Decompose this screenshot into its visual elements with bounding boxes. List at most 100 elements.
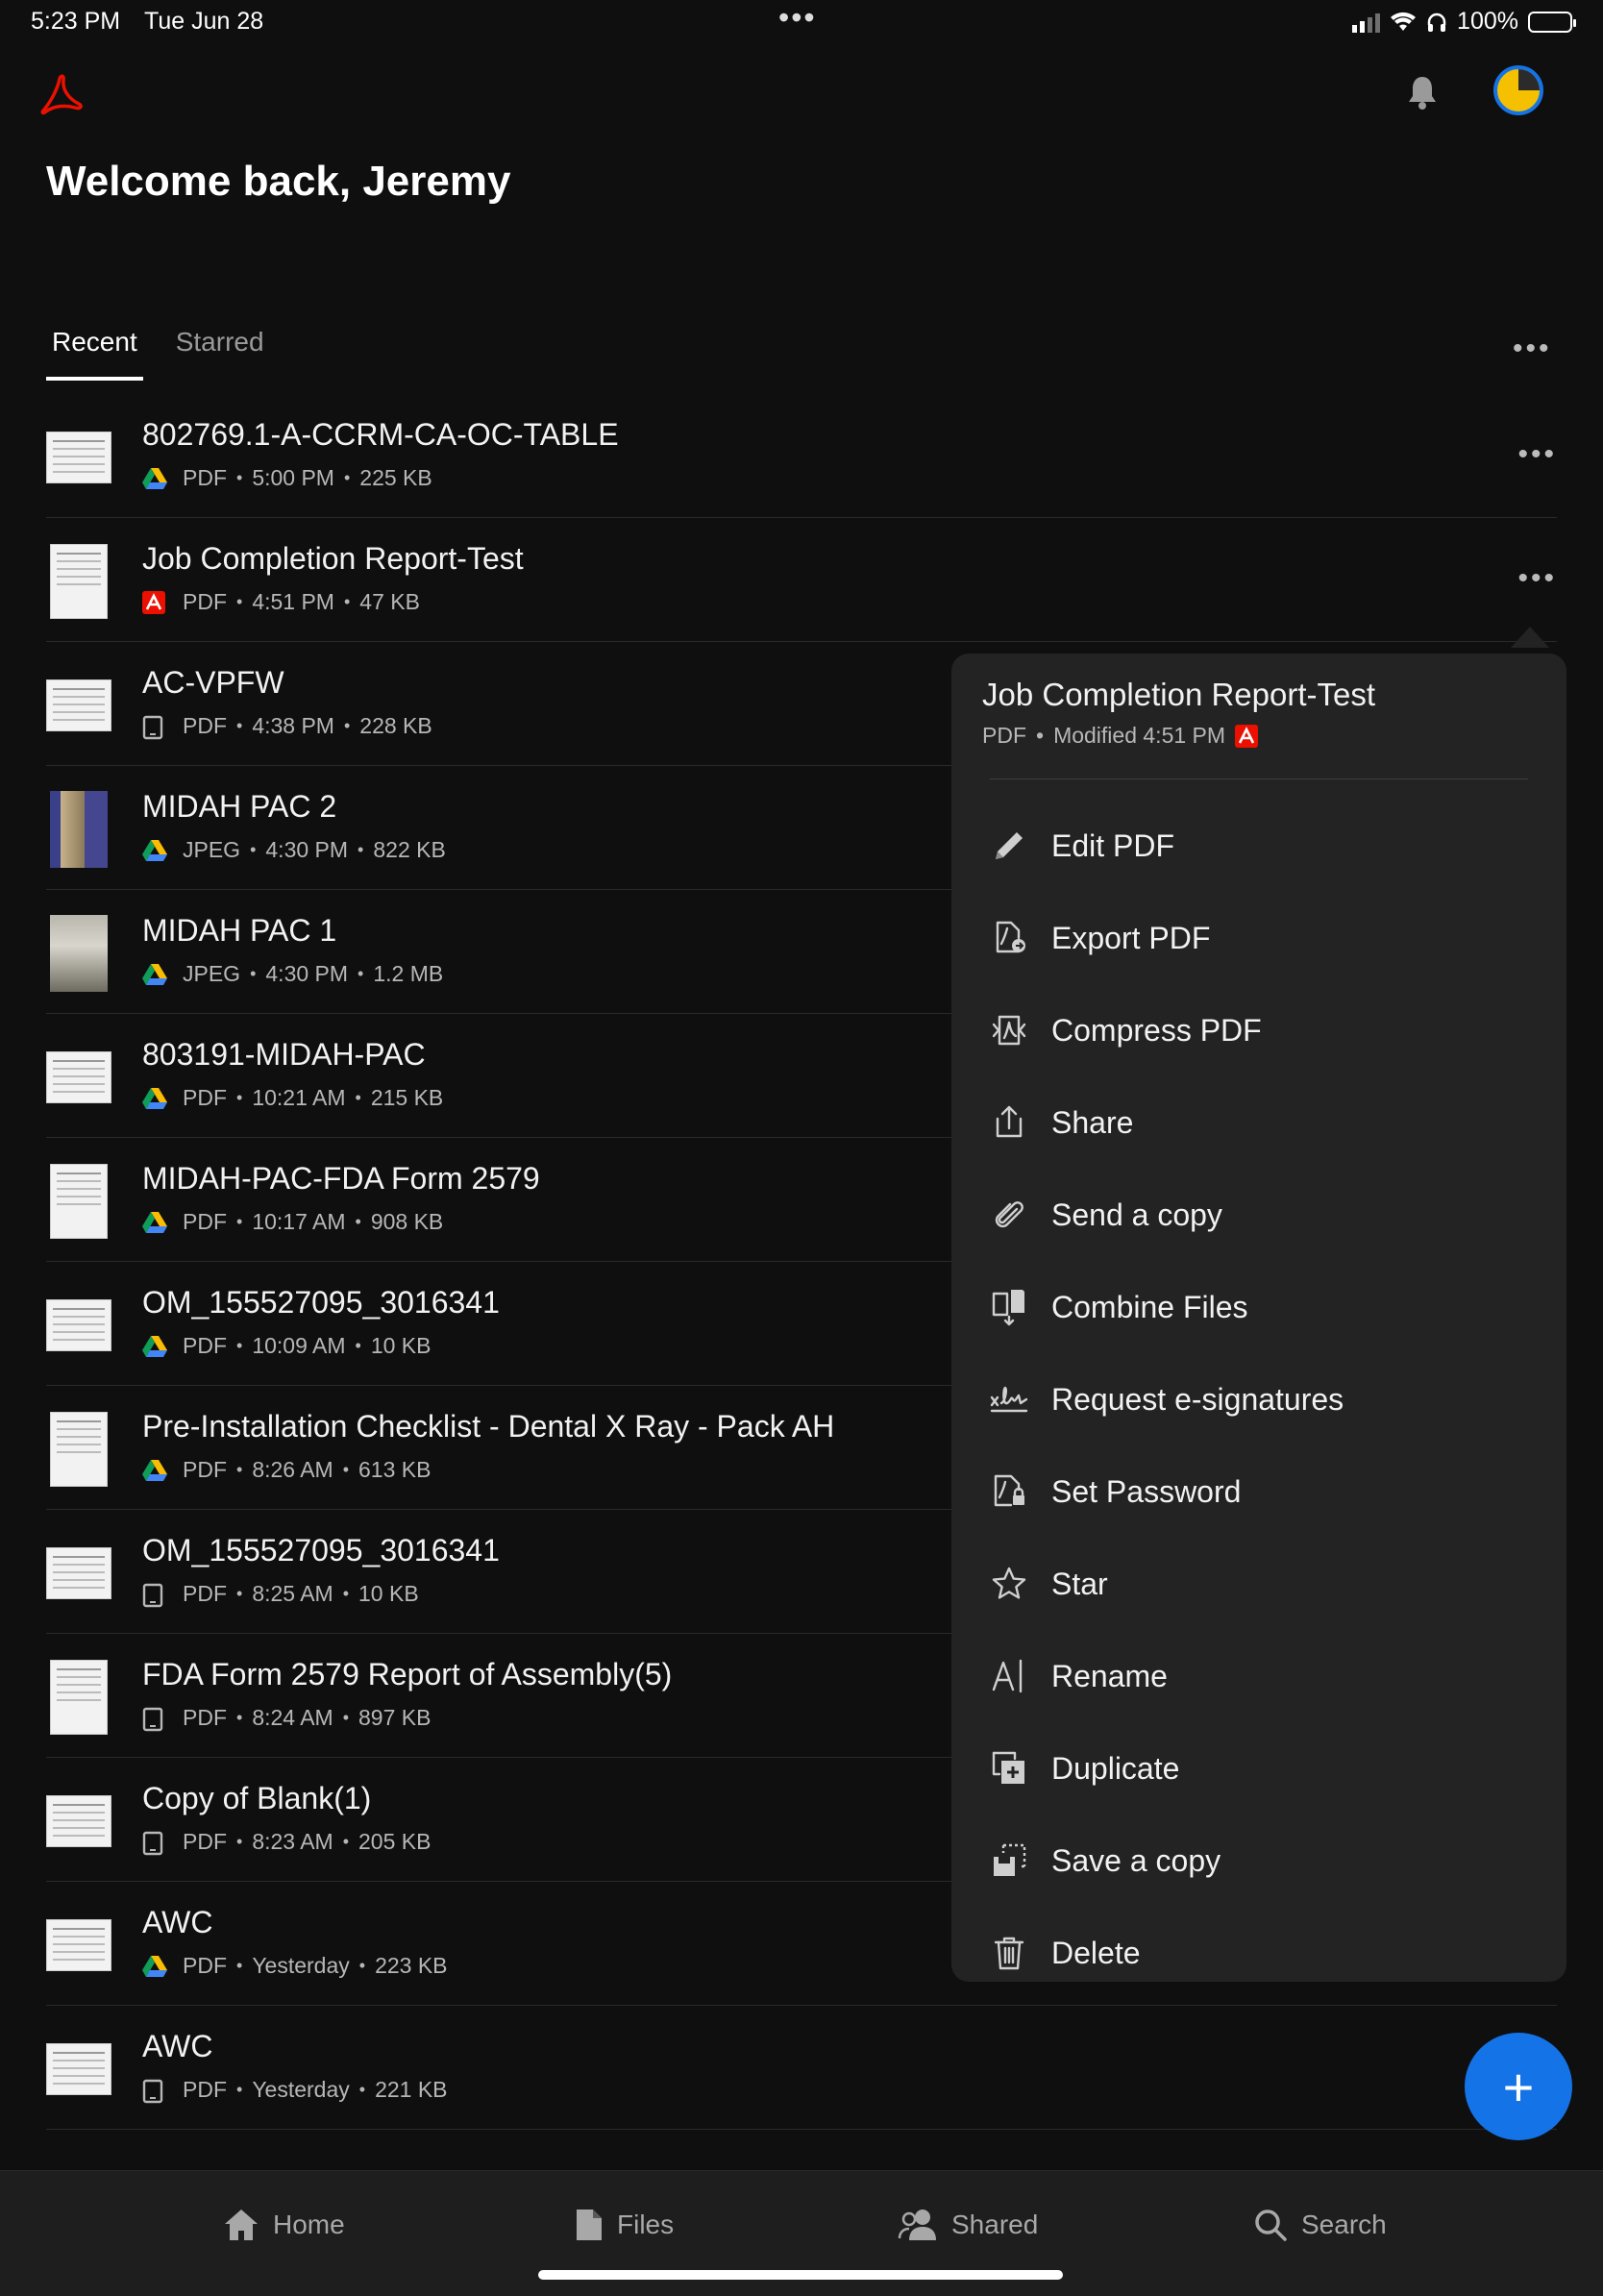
combine-files-icon bbox=[990, 1288, 1028, 1326]
multitasking-dots[interactable]: ••• bbox=[778, 0, 817, 36]
menu-item-label: Request e-signatures bbox=[1051, 1381, 1344, 1417]
file-type: PDF bbox=[183, 1457, 227, 1482]
file-thumbnail bbox=[46, 669, 113, 742]
menu-item-compress-pdf[interactable]: Compress PDF bbox=[990, 984, 1528, 1076]
paperclip-icon bbox=[990, 1196, 1028, 1234]
nav-home[interactable]: Home bbox=[223, 2208, 345, 2242]
menu-item-rename[interactable]: Rename bbox=[990, 1630, 1528, 1722]
file-name: MIDAH PAC 2 bbox=[142, 789, 337, 824]
file-time: 8:25 AM bbox=[252, 1581, 333, 1606]
file-thumbnail bbox=[46, 791, 113, 868]
file-name: Job Completion Report-Test bbox=[142, 541, 524, 576]
menu-item-send-a-copy[interactable]: Send a copy bbox=[990, 1169, 1528, 1261]
file-type: PDF bbox=[183, 2077, 227, 2102]
acrobat-icon bbox=[1235, 724, 1259, 748]
file-name: AC-VPFW bbox=[142, 665, 284, 700]
file-type: PDF bbox=[183, 1953, 227, 1978]
file-type: PDF bbox=[183, 1333, 227, 1358]
notifications-bell-icon[interactable] bbox=[1403, 73, 1442, 111]
create-fab-button[interactable]: + bbox=[1465, 2033, 1572, 2140]
list-more-options-button[interactable]: ••• bbox=[1513, 333, 1552, 365]
file-type: JPEG bbox=[183, 837, 241, 862]
home-indicator[interactable] bbox=[538, 2270, 1063, 2280]
file-name: AWC bbox=[142, 2029, 213, 2063]
file-more-options-button[interactable]: ••• bbox=[1517, 438, 1557, 471]
wifi-icon bbox=[1391, 12, 1417, 31]
menu-item-label: Delete bbox=[1051, 1935, 1141, 1970]
acrobat-icon bbox=[142, 590, 167, 614]
file-row[interactable]: AWC PDF • Yesterday • 221 KB bbox=[46, 2006, 1557, 2130]
file-row[interactable]: Job Completion Report-Test PDF • 4:51 PM… bbox=[46, 518, 1557, 642]
menu-item-label: Send a copy bbox=[1051, 1197, 1222, 1232]
file-meta: PDF • 4:38 PM • 228 KB bbox=[142, 713, 432, 739]
menu-item-combine-files[interactable]: Combine Files bbox=[990, 1261, 1528, 1353]
popover-modified: Modified 4:51 PM bbox=[1053, 723, 1226, 748]
document-thumbnail bbox=[46, 1795, 111, 1847]
file-size: 908 KB bbox=[370, 1209, 444, 1234]
menu-item-request-e-signatures[interactable]: Request e-signatures bbox=[990, 1353, 1528, 1445]
file-row[interactable]: 802769.1-A-CCRM-CA-OC-TABLE PDF • 5:00 P… bbox=[46, 394, 1557, 518]
star-icon bbox=[990, 1565, 1028, 1603]
file-size: 225 KB bbox=[359, 465, 432, 490]
file-meta: PDF • 8:24 AM • 897 KB bbox=[142, 1705, 431, 1731]
file-type: PDF bbox=[183, 713, 227, 738]
file-size: 228 KB bbox=[359, 713, 432, 738]
file-size: 47 KB bbox=[359, 589, 420, 614]
menu-item-set-password[interactable]: Set Password bbox=[990, 1445, 1528, 1538]
file-thumbnail bbox=[46, 1537, 113, 1610]
nav-shared[interactable]: Shared bbox=[898, 2208, 1038, 2242]
document-thumbnail bbox=[46, 1919, 111, 1971]
file-thumbnail bbox=[46, 1041, 113, 1114]
tab-starred[interactable]: Starred bbox=[170, 327, 270, 381]
file-name: Copy of Blank(1) bbox=[142, 1781, 372, 1815]
google-drive-icon bbox=[142, 1459, 167, 1482]
file-name: OM_155527095_3016341 bbox=[142, 1285, 500, 1320]
file-time: 8:24 AM bbox=[252, 1705, 333, 1730]
file-name: 803191-MIDAH-PAC bbox=[142, 1037, 426, 1072]
status-time: 5:23 PM bbox=[31, 8, 121, 35]
menu-item-edit-pdf[interactable]: Edit PDF bbox=[990, 800, 1528, 892]
document-thumbnail bbox=[50, 1164, 108, 1239]
nav-shared-label: Shared bbox=[951, 2210, 1039, 2239]
google-drive-icon bbox=[142, 839, 167, 862]
google-drive-icon bbox=[142, 467, 167, 490]
nav-home-label: Home bbox=[273, 2210, 345, 2239]
menu-item-save-a-copy[interactable]: Save a copy bbox=[990, 1815, 1528, 1907]
nav-search-label: Search bbox=[1301, 2210, 1387, 2239]
file-thumbnail bbox=[46, 544, 113, 619]
avatar[interactable] bbox=[1493, 65, 1543, 115]
file-thumbnail bbox=[46, 1660, 113, 1735]
menu-item-delete[interactable]: Delete bbox=[990, 1907, 1528, 1999]
nav-files[interactable]: Files bbox=[575, 2208, 674, 2242]
status-bar: 5:23 PM Tue Jun 28 ••• 100% bbox=[0, 0, 1603, 46]
file-meta: PDF • 4:51 PM • 47 KB bbox=[142, 589, 420, 615]
file-time: Yesterday bbox=[252, 1953, 350, 1978]
menu-item-duplicate[interactable]: Duplicate bbox=[990, 1722, 1528, 1815]
file-meta: PDF • 10:21 AM • 215 KB bbox=[142, 1085, 443, 1111]
file-time: 10:17 AM bbox=[252, 1209, 346, 1234]
menu-item-share[interactable]: Share bbox=[990, 1076, 1528, 1169]
menu-item-star[interactable]: Star bbox=[990, 1538, 1528, 1630]
file-size: 221 KB bbox=[375, 2077, 448, 2102]
file-meta: PDF • 5:00 PM • 225 KB bbox=[142, 465, 432, 491]
file-time: Yesterday bbox=[252, 2077, 350, 2102]
file-type: JPEG bbox=[183, 961, 241, 986]
file-time: 4:38 PM bbox=[252, 713, 334, 738]
file-time: 4:30 PM bbox=[265, 837, 349, 862]
file-size: 1.2 MB bbox=[373, 961, 444, 986]
acrobat-logo-icon[interactable] bbox=[38, 71, 85, 117]
tab-recent[interactable]: Recent bbox=[46, 327, 143, 381]
status-indicators: 100% bbox=[1352, 8, 1576, 36]
nav-search[interactable]: Search bbox=[1253, 2208, 1387, 2242]
file-time: 8:26 AM bbox=[252, 1457, 333, 1482]
file-time: 4:30 PM bbox=[265, 961, 349, 986]
file-type: PDF bbox=[183, 1581, 227, 1606]
file-thumbnail bbox=[46, 2033, 113, 2106]
file-more-options-button[interactable]: ••• bbox=[1517, 562, 1557, 595]
save-copy-icon bbox=[990, 1841, 1028, 1880]
file-name: Pre-Installation Checklist - Dental X Ra… bbox=[142, 1409, 835, 1444]
file-thumbnail bbox=[46, 1909, 113, 1982]
file-meta: PDF • 10:09 AM • 10 KB bbox=[142, 1333, 431, 1359]
menu-item-export-pdf[interactable]: Export PDF bbox=[990, 892, 1528, 984]
file-size: 822 KB bbox=[373, 837, 446, 862]
